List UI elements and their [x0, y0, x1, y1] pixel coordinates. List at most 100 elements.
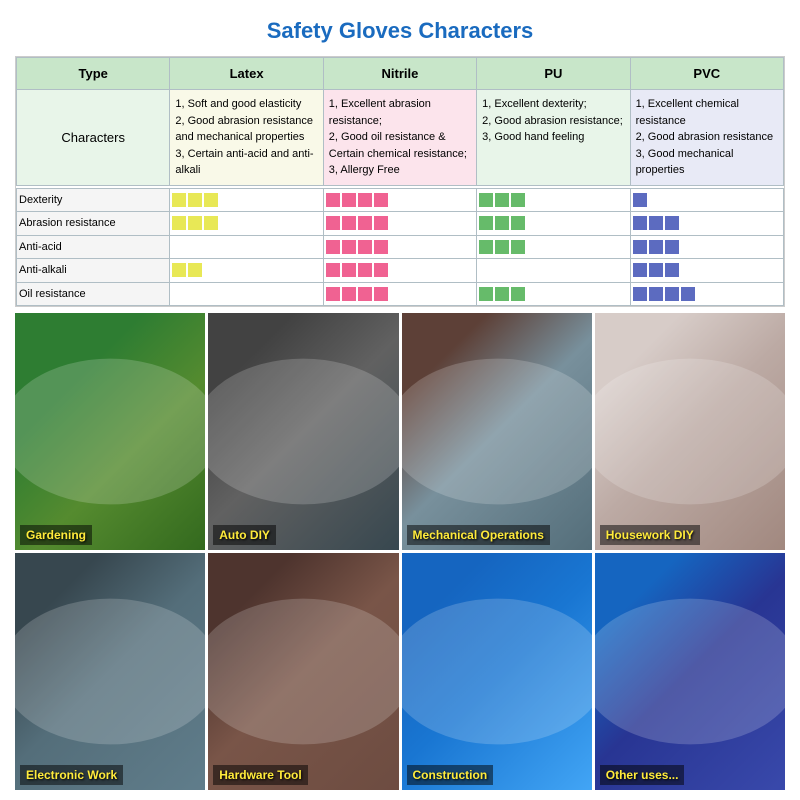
rating-pvc-1: [630, 212, 783, 236]
dot-filled: [495, 240, 509, 254]
dot-container: [172, 287, 320, 301]
glove-decoration: [595, 553, 785, 790]
use-case-label: Electronic Work: [20, 765, 123, 785]
use-case-auto-diy: Auto DIY: [208, 313, 398, 550]
rating-label: Oil resistance: [17, 282, 170, 306]
dot-filled: [374, 287, 388, 301]
rating-pvc-4: [630, 282, 783, 306]
dot-empty: [681, 216, 695, 230]
rating-pu-4: [477, 282, 630, 306]
rating-row: Abrasion resistance: [17, 212, 784, 236]
dot-empty: [204, 240, 218, 254]
dot-filled: [326, 263, 340, 277]
dot-filled: [495, 216, 509, 230]
dot-filled: [681, 287, 695, 301]
dot-filled: [665, 216, 679, 230]
dot-container: [633, 263, 781, 277]
dot-filled: [665, 240, 679, 254]
dot-filled: [204, 193, 218, 207]
rating-latex-3: [170, 259, 323, 283]
dot-filled: [479, 287, 493, 301]
glove-decoration: [15, 313, 205, 550]
dot-filled: [326, 193, 340, 207]
rating-pu-1: [477, 212, 630, 236]
use-cases-grid: Gardening Auto DIY Mechanical Operations…: [15, 313, 785, 790]
dot-filled: [358, 263, 372, 277]
dot-container: [326, 193, 474, 207]
dot-empty: [220, 240, 234, 254]
dot-container: [633, 287, 781, 301]
dot-filled: [326, 287, 340, 301]
rating-nitrile-2: [323, 235, 476, 259]
rating-nitrile-3: [323, 259, 476, 283]
dot-filled: [511, 193, 525, 207]
dot-filled: [172, 263, 186, 277]
dot-container: [172, 240, 320, 254]
dot-container: [172, 193, 320, 207]
glove-decoration: [15, 553, 205, 790]
dot-filled: [342, 240, 356, 254]
dot-container: [479, 263, 627, 277]
use-case-mechanical-operations: Mechanical Operations: [402, 313, 592, 550]
rating-row: Oil resistance: [17, 282, 784, 306]
dot-container: [479, 193, 627, 207]
dot-filled: [342, 287, 356, 301]
pu-characters: 1, Excellent dexterity;2, Good abrasion …: [477, 90, 630, 186]
use-case-label: Other uses...: [600, 765, 685, 785]
rating-label: Abrasion resistance: [17, 212, 170, 236]
rating-pu-3: [477, 259, 630, 283]
use-case-other-uses...: Other uses...: [595, 553, 785, 790]
dot-filled: [358, 216, 372, 230]
rating-pu-0: [477, 188, 630, 212]
dot-empty: [665, 193, 679, 207]
rating-label: Anti-alkali: [17, 259, 170, 283]
col-header-latex: Latex: [170, 58, 323, 90]
dot-filled: [649, 263, 663, 277]
rating-label: Anti-acid: [17, 235, 170, 259]
dot-container: [633, 193, 781, 207]
dot-filled: [649, 240, 663, 254]
dot-empty: [495, 263, 509, 277]
dot-filled: [479, 193, 493, 207]
glove-decoration: [402, 553, 592, 790]
dot-empty: [220, 287, 234, 301]
dot-filled: [633, 193, 647, 207]
dot-filled: [374, 240, 388, 254]
dot-empty: [204, 263, 218, 277]
characters-label: Characters: [17, 90, 170, 186]
latex-characters: 1, Soft and good elasticity2, Good abras…: [170, 90, 323, 186]
dot-empty: [479, 263, 493, 277]
dot-filled: [511, 240, 525, 254]
dot-empty: [220, 216, 234, 230]
dot-filled: [649, 216, 663, 230]
dot-empty: [188, 287, 202, 301]
use-case-label: Housework DIY: [600, 525, 700, 545]
rating-nitrile-4: [323, 282, 476, 306]
use-case-label: Hardware Tool: [213, 765, 307, 785]
rating-latex-1: [170, 212, 323, 236]
dot-filled: [633, 216, 647, 230]
dot-filled: [326, 216, 340, 230]
dot-filled: [479, 240, 493, 254]
dot-empty: [649, 193, 663, 207]
dot-empty: [172, 287, 186, 301]
dot-filled: [495, 287, 509, 301]
dot-empty: [511, 263, 525, 277]
dot-empty: [681, 240, 695, 254]
glove-decoration: [208, 313, 398, 550]
dot-filled: [665, 287, 679, 301]
dot-container: [633, 240, 781, 254]
dot-filled: [665, 263, 679, 277]
dot-container: [633, 216, 781, 230]
rating-latex-0: [170, 188, 323, 212]
latex-desc: 1, Soft and good elasticity2, Good abras…: [175, 98, 313, 176]
dot-container: [479, 216, 627, 230]
rating-label: Dexterity: [17, 188, 170, 212]
rating-row: Anti-alkali: [17, 259, 784, 283]
dot-empty: [527, 263, 541, 277]
col-header-pvc: PVC: [630, 58, 783, 90]
rating-latex-2: [170, 235, 323, 259]
dot-filled: [326, 240, 340, 254]
dot-filled: [374, 193, 388, 207]
dot-empty: [220, 193, 234, 207]
